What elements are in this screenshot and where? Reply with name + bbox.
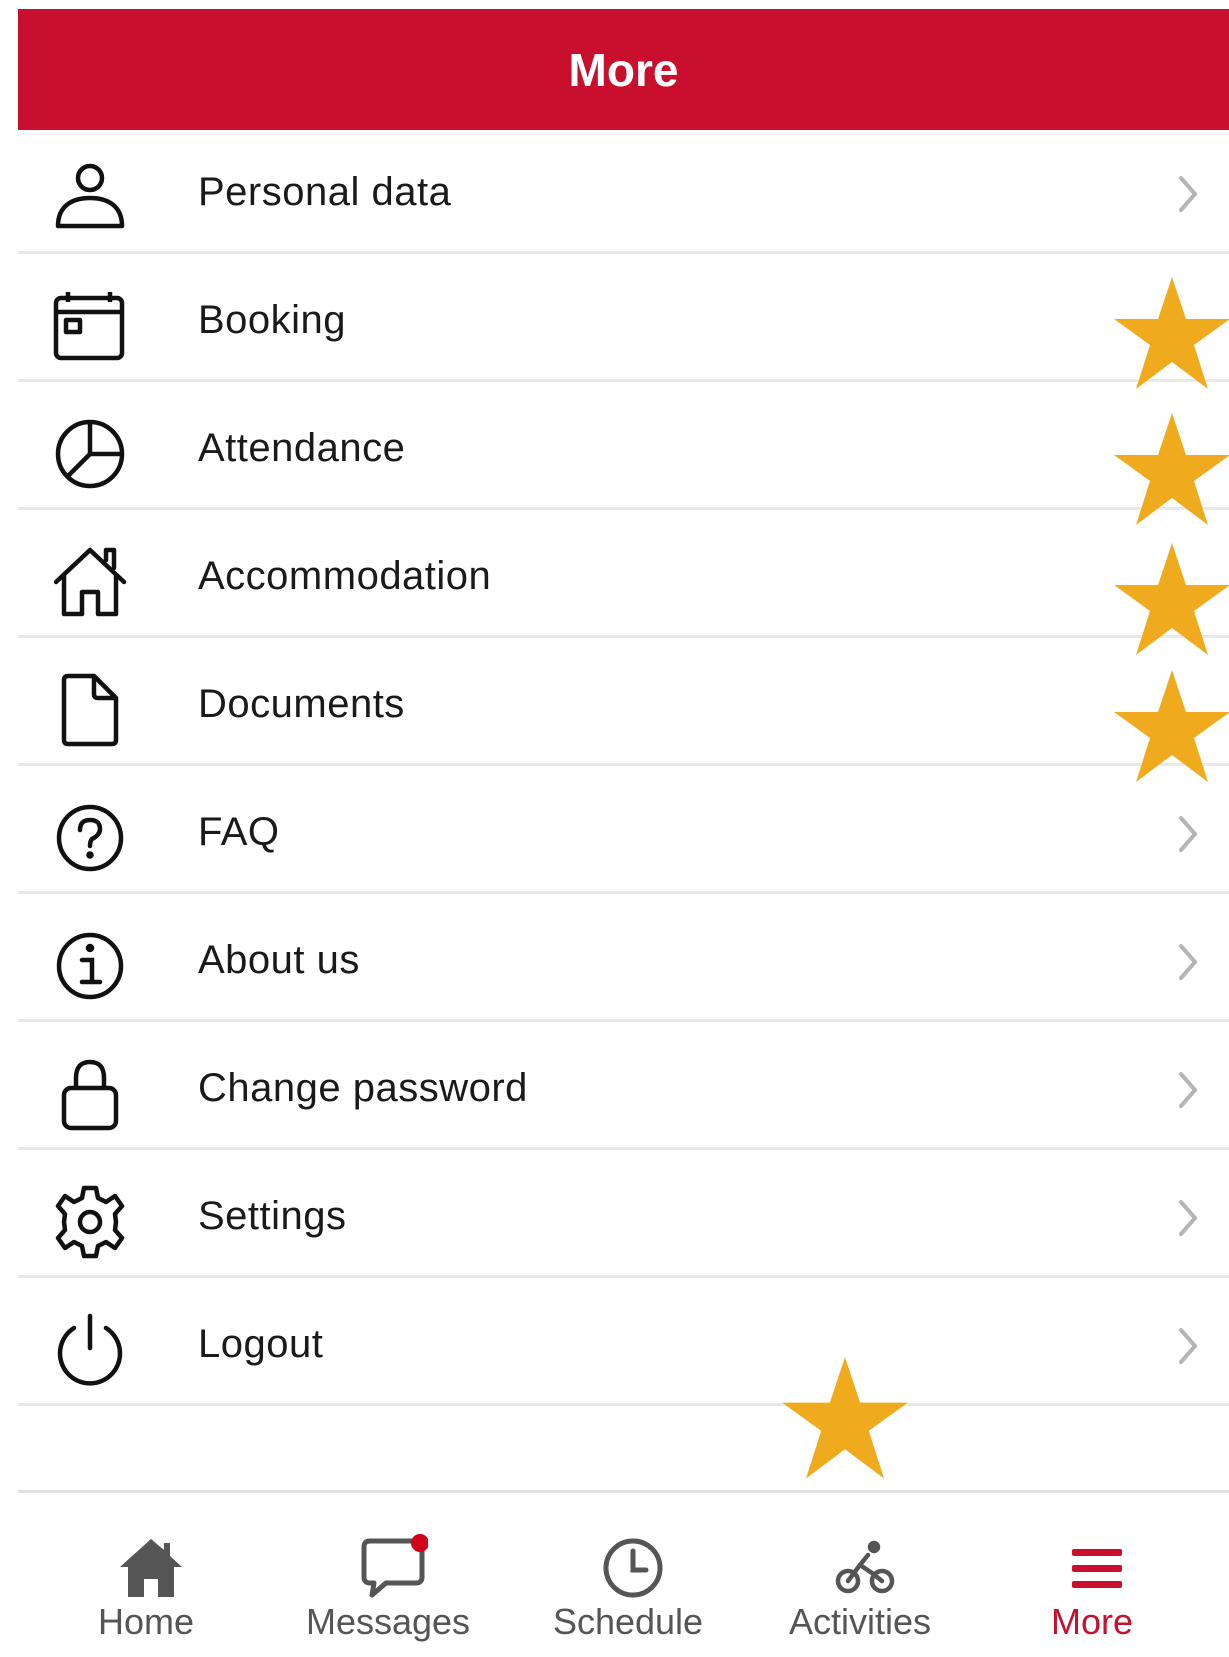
tab-schedule[interactable]: Schedule — [508, 1493, 748, 1657]
menu-item-change-password[interactable]: Change password — [18, 1026, 1229, 1150]
tab-messages[interactable]: Messages — [268, 1493, 508, 1657]
menu-item-settings[interactable]: Settings — [18, 1154, 1229, 1278]
chevron-right-icon — [1173, 172, 1203, 216]
star-icon — [780, 1355, 910, 1485]
menu-item-label: Accommodation — [198, 554, 492, 598]
document-icon — [52, 672, 128, 748]
menu-item-label: Personal data — [198, 170, 452, 214]
power-icon — [52, 1312, 128, 1388]
chevron-right-icon — [1173, 1196, 1203, 1240]
menu-item-documents[interactable]: Documents — [18, 642, 1229, 766]
tab-home[interactable]: Home — [26, 1493, 266, 1657]
hamburger-menu-icon — [1062, 1533, 1132, 1603]
menu-item-label: Booking — [198, 298, 347, 342]
menu-item-faq[interactable]: FAQ — [18, 770, 1229, 894]
chat-bubble-icon — [358, 1533, 428, 1603]
star-icon — [1112, 541, 1229, 661]
star-icon — [1112, 668, 1229, 788]
star-icon — [1112, 411, 1229, 531]
header-bar: More — [18, 9, 1229, 130]
tab-label: Activities — [788, 1601, 932, 1642]
page-title: More — [568, 43, 679, 96]
menu-item-label: Logout — [198, 1322, 324, 1366]
menu-item-booking[interactable]: Booking — [18, 258, 1229, 382]
tab-label: Messages — [305, 1601, 471, 1642]
chevron-right-icon — [1173, 1068, 1203, 1112]
house-icon — [52, 544, 128, 620]
person-icon — [52, 160, 128, 236]
star-icon — [1112, 275, 1229, 395]
menu-item-logout[interactable]: Logout — [18, 1282, 1229, 1406]
tab-label: Home — [97, 1601, 195, 1642]
bottom-tab-bar: Home Messages Schedule Activities More — [18, 1490, 1229, 1654]
calendar-icon — [52, 288, 128, 364]
tab-label: Schedule — [552, 1601, 704, 1642]
menu-item-label: FAQ — [198, 810, 280, 854]
menu-item-label: Attendance — [198, 426, 406, 470]
gear-icon — [52, 1184, 128, 1260]
menu-item-label: Change password — [198, 1066, 528, 1110]
menu-item-accommodation[interactable]: Accommodation — [18, 514, 1229, 638]
menu-item-attendance[interactable]: Attendance — [18, 386, 1229, 510]
menu-item-label: About us — [198, 938, 360, 982]
lock-icon — [52, 1056, 128, 1132]
tab-label: More — [1050, 1601, 1134, 1642]
tab-more[interactable]: More — [972, 1493, 1212, 1657]
menu-item-label: Documents — [198, 682, 405, 726]
chevron-right-icon — [1173, 812, 1203, 856]
pie-chart-icon — [52, 416, 128, 492]
question-circle-icon — [52, 800, 128, 876]
menu-item-about-us[interactable]: About us — [18, 898, 1229, 1022]
chevron-right-icon — [1173, 1324, 1203, 1368]
notification-dot — [411, 1534, 428, 1552]
menu-item-personal-data[interactable]: Personal data — [18, 130, 1229, 254]
tab-activities[interactable]: Activities — [740, 1493, 980, 1657]
menu-item-label: Settings — [198, 1194, 347, 1238]
bicycle-icon — [830, 1533, 900, 1603]
info-circle-icon — [52, 928, 128, 1004]
clock-icon — [598, 1533, 668, 1603]
home-icon — [116, 1533, 186, 1603]
chevron-right-icon — [1173, 940, 1203, 984]
